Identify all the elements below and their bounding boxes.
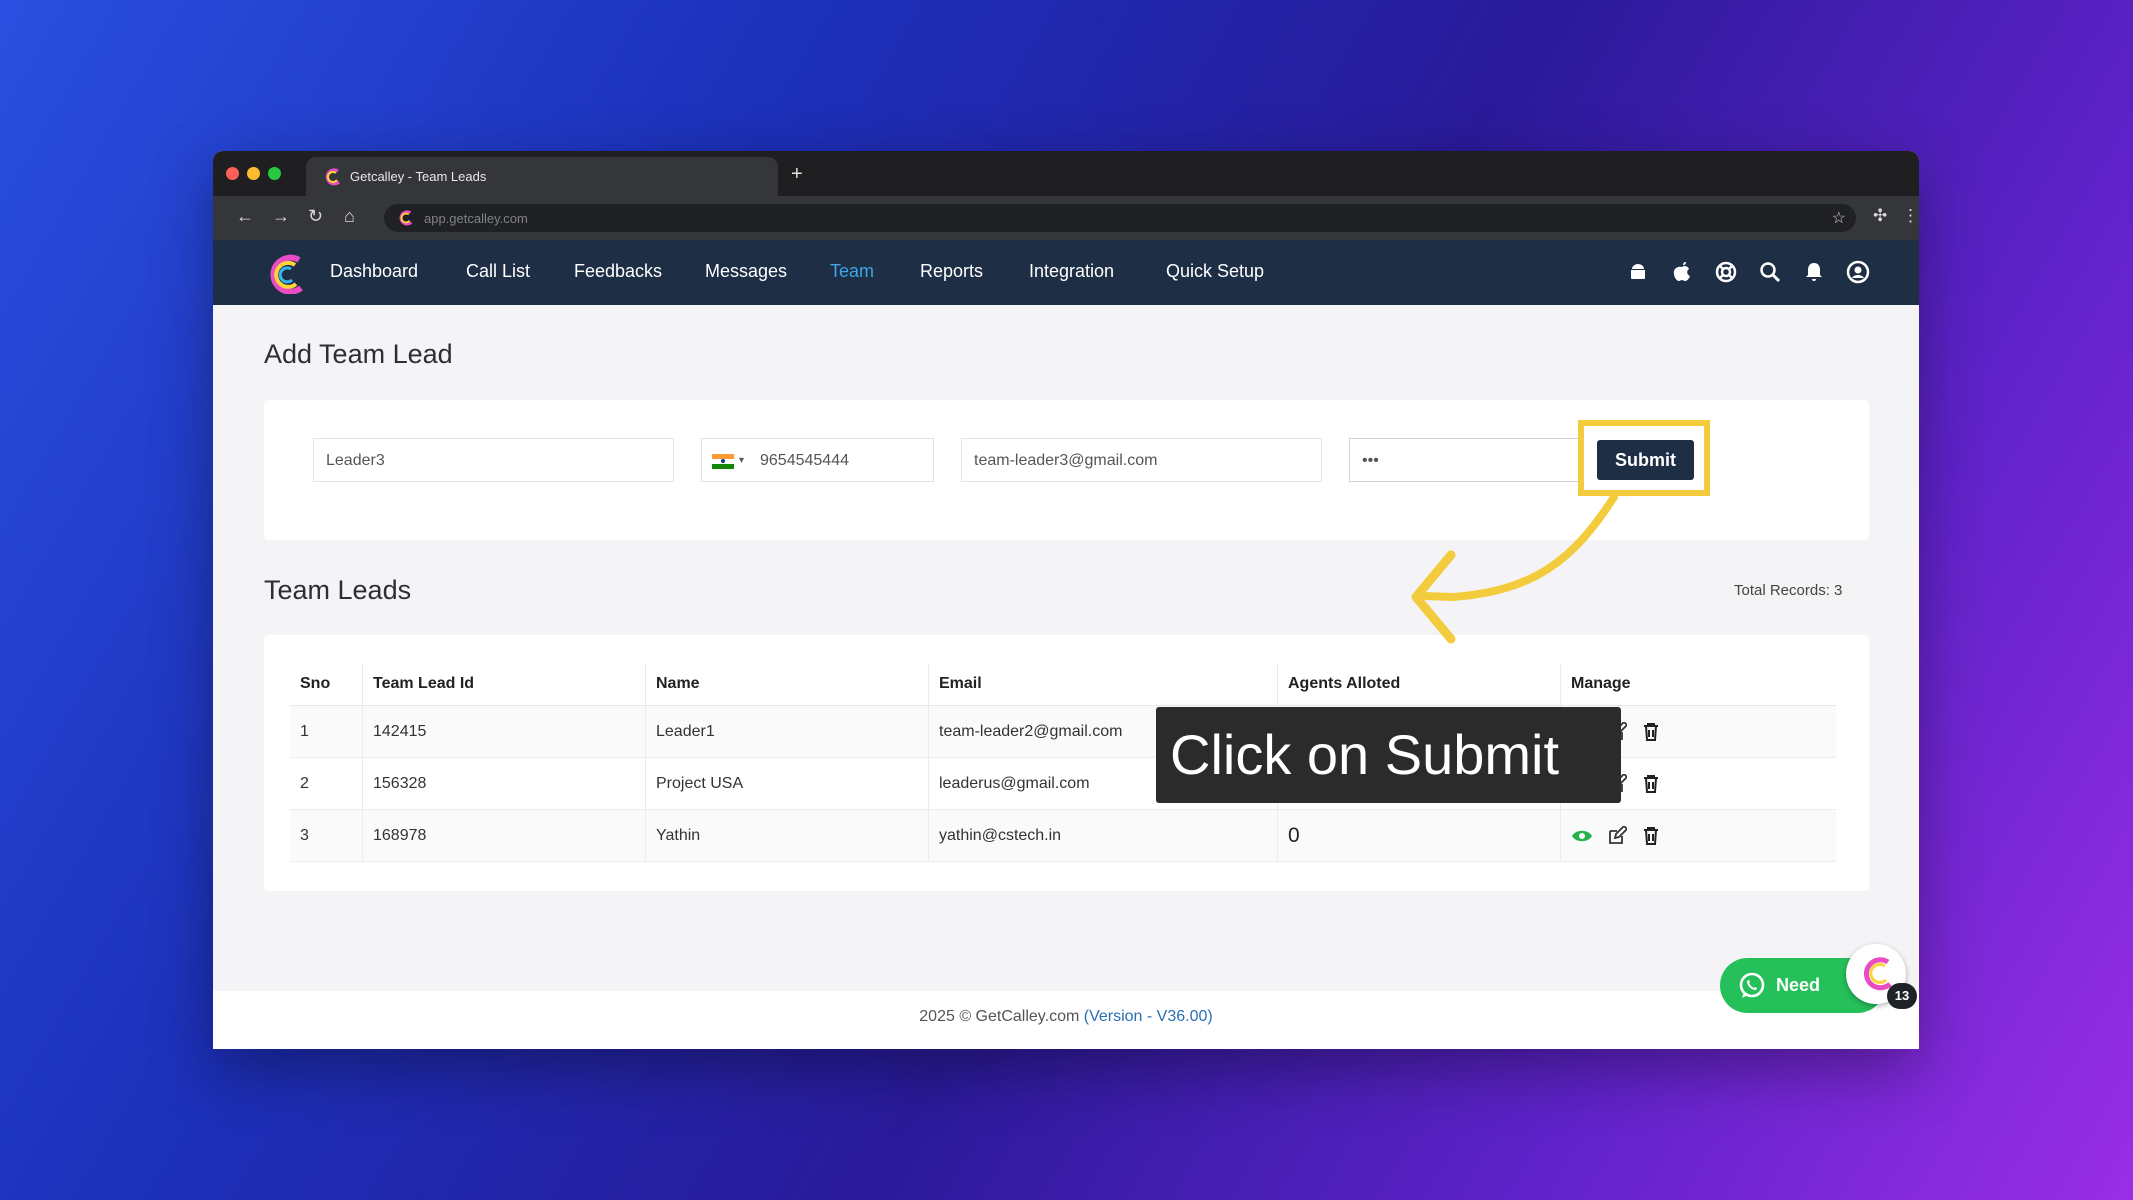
tab-title: Getcalley - Team Leads	[350, 169, 487, 184]
getcalley-chat-icon	[1863, 957, 1892, 991]
col-sno: Sno	[290, 663, 363, 706]
email-input[interactable]: team-leader3@gmail.com	[961, 438, 1322, 482]
getcalley-favicon-icon	[325, 168, 341, 186]
footer-version-link[interactable]: (Version - V36.00)	[1084, 1008, 1213, 1025]
extensions-icon[interactable]: ✣	[1873, 206, 1887, 226]
cell-id: 168978	[362, 809, 646, 862]
whatsapp-label: Need	[1776, 975, 1821, 995]
password-input[interactable]: •••	[1349, 438, 1581, 482]
col-name: Name	[645, 663, 929, 706]
name-input[interactable]: Leader3	[313, 438, 674, 482]
user-icon[interactable]	[1846, 260, 1870, 284]
phone-input[interactable]: ▾ 9654545444	[701, 438, 934, 482]
submit-highlight-box	[1578, 420, 1710, 496]
nav-integration[interactable]: Integration	[1029, 261, 1114, 282]
home-icon[interactable]: ⌂	[344, 206, 355, 227]
browser-toolbar: ← → ↻ ⌂ app.getcalley.com ☆ ✣ ⋮	[213, 196, 1919, 240]
add-team-lead-heading: Add Team Lead	[264, 339, 453, 369]
nav-dashboard[interactable]: Dashboard	[330, 261, 418, 282]
cell-email: yathin@cstech.in	[928, 809, 1278, 862]
footer-text: 2025 © GetCalley.com (Version - V36.00)	[213, 1008, 1919, 1026]
col-manage: Manage	[1560, 663, 1836, 706]
team-leads-heading: Team Leads	[264, 575, 412, 605]
table-header-row: Sno Team Lead Id Name Email Agents Allot…	[290, 663, 1836, 706]
view-eye-icon[interactable]	[1571, 828, 1593, 844]
nav-call-list[interactable]: Call List	[466, 261, 530, 282]
col-team-lead-id: Team Lead Id	[362, 663, 646, 706]
phone-value: 9654545444	[760, 452, 849, 469]
cell-name: Project USA	[645, 757, 929, 810]
address-bar[interactable]: app.getcalley.com ☆	[384, 204, 1856, 232]
nav-feedbacks[interactable]: Feedbacks	[574, 261, 662, 282]
search-icon[interactable]	[1758, 260, 1782, 284]
delete-trash-icon[interactable]	[1642, 826, 1660, 846]
cell-sno: 1	[290, 705, 363, 758]
delete-trash-icon[interactable]	[1642, 722, 1660, 742]
page-footer: 2025 © GetCalley.com (Version - V36.00)	[213, 991, 1919, 1049]
notification-badge: 13	[1887, 983, 1917, 1009]
site-favicon-icon	[399, 210, 413, 226]
whatsapp-icon	[1739, 972, 1765, 998]
edit-icon[interactable]	[1607, 825, 1628, 846]
team-leads-card: Sno Team Lead Id Name Email Agents Allot…	[264, 635, 1869, 891]
apple-icon[interactable]	[1670, 260, 1694, 284]
cell-sno: 3	[290, 809, 363, 862]
browser-window: Getcalley - Team Leads + ← → ↻ ⌂ app.get…	[213, 151, 1919, 1049]
getcalley-logo-icon[interactable]	[261, 254, 307, 294]
tab-strip: Getcalley - Team Leads +	[213, 151, 1919, 196]
bell-icon[interactable]	[1802, 260, 1826, 284]
cell-sno: 2	[290, 757, 363, 810]
app-navbar: Dashboard Call List Feedbacks Messages T…	[213, 240, 1919, 305]
browser-menu-icon[interactable]: ⋮	[1902, 206, 1919, 226]
maximize-window-dot[interactable]	[268, 167, 281, 180]
minimize-window-dot[interactable]	[247, 167, 260, 180]
india-flag-icon[interactable]	[712, 454, 734, 469]
total-records: Total Records: 3	[1734, 582, 1843, 599]
nav-reports[interactable]: Reports	[920, 261, 983, 282]
back-icon[interactable]: ←	[236, 206, 254, 227]
close-window-dot[interactable]	[226, 167, 239, 180]
nav-quick-setup[interactable]: Quick Setup	[1166, 261, 1264, 282]
support-icon[interactable]	[1714, 260, 1738, 284]
cell-agents: 0	[1277, 809, 1561, 862]
footer-copyright: 2025 © GetCalley.com	[919, 1008, 1080, 1025]
cell-id: 142415	[362, 705, 646, 758]
col-email: Email	[928, 663, 1278, 706]
nav-team[interactable]: Team	[830, 261, 874, 282]
cell-name: Leader1	[645, 705, 929, 758]
cell-manage	[1560, 809, 1836, 862]
nav-messages[interactable]: Messages	[705, 261, 787, 282]
url-text: app.getcalley.com	[424, 211, 528, 226]
cell-id: 156328	[362, 757, 646, 810]
browser-tab[interactable]: Getcalley - Team Leads	[306, 157, 778, 196]
table-row: 3 168978 Yathin yathin@cstech.in 0	[290, 809, 1836, 862]
col-agents-alloted: Agents Alloted	[1277, 663, 1561, 706]
bookmark-star-icon[interactable]: ☆	[1832, 208, 1846, 228]
android-icon[interactable]	[1626, 260, 1650, 284]
delete-trash-icon[interactable]	[1642, 774, 1660, 794]
forward-icon[interactable]: →	[272, 206, 290, 227]
reload-icon[interactable]: ↻	[308, 206, 323, 227]
new-tab-button[interactable]: +	[791, 163, 803, 186]
country-dropdown-icon[interactable]: ▾	[739, 439, 744, 483]
cell-name: Yathin	[645, 809, 929, 862]
tutorial-callout: Click on Submit	[1156, 707, 1621, 803]
